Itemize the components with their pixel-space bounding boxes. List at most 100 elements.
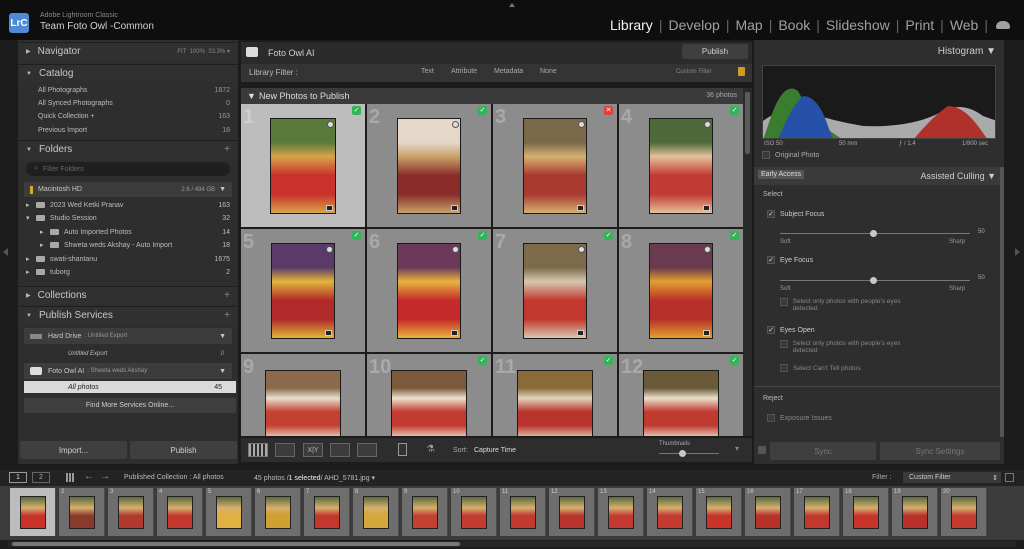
eyes-open-checkbox[interactable]: ✓ Eyes Open xyxy=(767,326,815,334)
grid-cell[interactable]: 10 ✓ xyxy=(367,354,491,436)
quick-collection-icon[interactable] xyxy=(704,120,711,128)
filmstrip-thumbnail[interactable]: 12 xyxy=(549,488,595,536)
sync-button[interactable]: Sync xyxy=(770,442,876,460)
folder-item[interactable]: ▸ swati-shantanu 1675 xyxy=(26,253,230,265)
filmstrip-thumbnail[interactable] xyxy=(10,488,56,536)
quick-collection-icon[interactable] xyxy=(452,120,459,128)
catalog-header[interactable]: ▼ Catalog xyxy=(18,64,238,82)
publish-button[interactable]: Publish xyxy=(130,441,237,459)
import-button[interactable]: Import... xyxy=(20,441,127,459)
filmstrip-thumbnail[interactable]: 18 xyxy=(843,488,889,536)
module-develop[interactable]: Develop xyxy=(662,17,725,33)
subject-focus-checkbox[interactable]: ✓ Subject Focus xyxy=(767,210,824,218)
folder-item[interactable]: ▸ tuborg 2 xyxy=(26,266,230,278)
histogram-header[interactable]: Histogram ▼ xyxy=(938,46,996,57)
untitled-export-collection[interactable]: Untitled Export 0 xyxy=(68,347,224,360)
left-panel-toggle-icon[interactable] xyxy=(3,248,8,256)
grid-cell[interactable]: 12 ✓ xyxy=(619,354,743,436)
folders-header[interactable]: ▼ Folders + xyxy=(18,140,238,158)
photo-thumbnail[interactable] xyxy=(517,370,593,436)
filter-none[interactable]: None xyxy=(540,68,557,75)
all-photos-collection[interactable]: All photos 45 xyxy=(24,381,236,393)
culling-header[interactable]: Early Access Assisted Culling ▼ xyxy=(754,167,1004,185)
forward-arrow-icon[interactable]: → xyxy=(100,471,110,482)
photo-thumbnail[interactable] xyxy=(265,370,341,436)
photo-thumbnail[interactable] xyxy=(643,370,719,436)
right-panel-toggle-icon[interactable] xyxy=(1015,248,1020,256)
photo-thumbnail[interactable] xyxy=(397,117,461,214)
grid-cell[interactable]: 4 ✓ xyxy=(619,104,743,227)
add-icon[interactable]: + xyxy=(224,310,230,321)
quick-collection-icon[interactable] xyxy=(327,120,334,128)
filmstrip-thumbnail[interactable]: 10 xyxy=(451,488,497,536)
folder-item[interactable]: ▸ 2023 Wed Ketki Pranav 163 xyxy=(26,199,230,211)
module-book[interactable]: Book xyxy=(772,17,816,33)
folder-filter-input[interactable]: ⌕ Filter Folders xyxy=(26,162,230,176)
photo-thumbnail[interactable] xyxy=(649,242,713,339)
hard-drive-service[interactable]: Hard Drive : Untitled Export ▼ xyxy=(24,328,232,344)
filmstrip-scrollbar-thumb[interactable] xyxy=(12,542,460,546)
eyes-open-people-checkbox[interactable]: Select only photos with people's eyes de… xyxy=(780,340,920,354)
filter-metadata[interactable]: Metadata xyxy=(494,68,523,75)
grid-cell[interactable]: 5 ✓ xyxy=(241,229,365,352)
catalog-item-all-photographs[interactable]: All Photographs 1872 xyxy=(38,84,230,97)
quick-collection-icon[interactable] xyxy=(578,245,585,253)
filmstrip-thumbnail[interactable]: 2 xyxy=(59,488,105,536)
photo-thumbnail[interactable] xyxy=(271,242,335,339)
thumbnail-size-slider[interactable] xyxy=(659,453,719,454)
grid-icon[interactable] xyxy=(66,473,75,482)
drive-macintosh-hd[interactable]: Macintosh HD 2.6 / 494 GB ▼ xyxy=(24,182,232,197)
quick-collection-icon[interactable] xyxy=(452,245,459,253)
trash-icon[interactable] xyxy=(398,443,407,456)
grid-cell[interactable]: 6 ✓ xyxy=(367,229,491,352)
histogram-chart[interactable] xyxy=(762,65,996,139)
photo-thumbnail[interactable] xyxy=(270,117,336,214)
grid-cell[interactable]: 7 ✓ xyxy=(493,229,617,352)
grid-cell[interactable]: 11 ✓ xyxy=(493,354,617,436)
filmstrip-thumbnail[interactable]: 5 xyxy=(206,488,252,536)
add-icon[interactable]: + xyxy=(224,144,230,155)
filmstrip-thumbnail[interactable]: 6 xyxy=(255,488,301,536)
folder-item[interactable]: ▸ Auto Imported Photos 14 xyxy=(40,226,230,238)
module-print[interactable]: Print xyxy=(899,17,940,33)
cloud-icon[interactable] xyxy=(996,21,1010,29)
filmstrip-thumbnail[interactable]: 19 xyxy=(892,488,938,536)
compare-view-icon[interactable]: X|Y xyxy=(303,443,323,457)
filmstrip-filter-select[interactable]: Custom Filter ⇕ xyxy=(903,472,1001,483)
catalog-item-synced[interactable]: All Synced Photographs 0 xyxy=(38,97,230,110)
module-library[interactable]: Library xyxy=(604,17,659,33)
painter-icon[interactable]: ⚗ xyxy=(426,444,435,455)
publish-now-button[interactable]: Publish xyxy=(682,44,748,59)
filmstrip-thumbnail[interactable]: 3 xyxy=(108,488,154,536)
cant-tell-checkbox[interactable]: Select Can't Tell photos xyxy=(780,364,861,372)
grid-view-icon[interactable] xyxy=(248,443,268,457)
filmstrip-thumbnail[interactable]: 16 xyxy=(745,488,791,536)
eye-focus-checkbox[interactable]: ✓ Eye Focus xyxy=(767,256,813,264)
grid-cell[interactable]: 9 xyxy=(241,354,365,436)
filter-text[interactable]: Text xyxy=(421,68,434,75)
people-view-icon[interactable] xyxy=(357,443,377,457)
filmstrip-thumbnail[interactable]: 9 xyxy=(402,488,448,536)
eye-focus-people-checkbox[interactable]: Select only photos with people's eyes de… xyxy=(780,298,920,312)
collection-path[interactable]: Published Collection : All photos xyxy=(124,474,224,481)
quick-collection-icon[interactable] xyxy=(704,245,711,253)
grid-cell[interactable]: 8 ✓ xyxy=(619,229,743,352)
grid-cell[interactable]: 3 ✕ xyxy=(493,104,617,227)
back-arrow-icon[interactable]: ← xyxy=(84,471,94,482)
photo-thumbnail[interactable] xyxy=(391,370,467,436)
add-icon[interactable]: + xyxy=(224,290,230,301)
folder-item[interactable]: ▸ Shweta weds Akshay - Auto Import 18 xyxy=(40,239,230,251)
find-more-services-button[interactable]: Find More Services Online... xyxy=(24,398,236,413)
right-panel-scrollbar[interactable] xyxy=(1000,167,1004,437)
filmstrip-thumbnail[interactable]: 4 xyxy=(157,488,203,536)
filmstrip[interactable]: 2 3 4 5 6 7 8 9 10 11 12 13 14 15 16 17 18 19 20 xyxy=(0,486,1024,540)
subject-focus-knob[interactable] xyxy=(870,230,877,237)
grid-cell[interactable]: 1 ✓ xyxy=(241,104,365,227)
exposure-issues-checkbox[interactable]: Exposure Issues xyxy=(767,414,832,422)
quick-collection-icon[interactable] xyxy=(578,120,585,128)
grid-scrollbar-thumb[interactable] xyxy=(745,92,750,154)
filmstrip-thumbnail[interactable]: 17 xyxy=(794,488,840,536)
module-slideshow[interactable]: Slideshow xyxy=(820,17,896,33)
sync-toggle-icon[interactable] xyxy=(758,446,766,454)
custom-filter-select[interactable]: Custom Filter xyxy=(676,69,712,75)
